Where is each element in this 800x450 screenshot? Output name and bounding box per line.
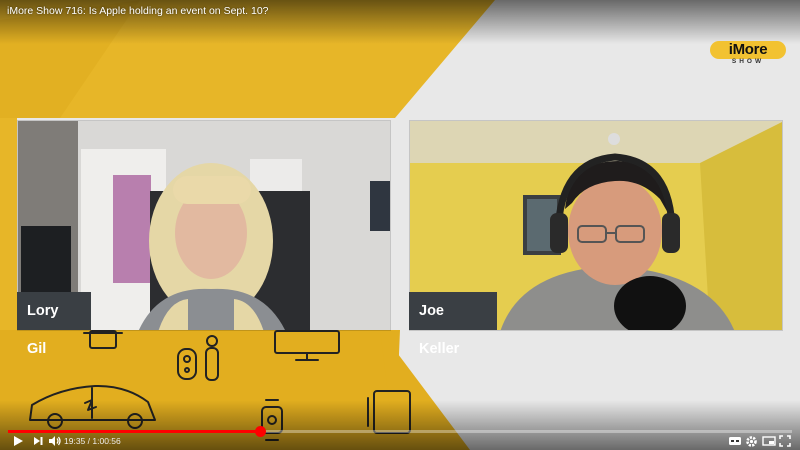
captions-button[interactable] [728, 435, 742, 447]
fullscreen-icon [779, 435, 791, 447]
miniplayer-icon [762, 436, 776, 446]
device-line-icons [29, 330, 411, 441]
current-time: 19:35 [64, 436, 86, 446]
progress-played [8, 430, 260, 433]
next-button[interactable] [32, 435, 46, 447]
settings-button[interactable] [745, 435, 759, 447]
fullscreen-button[interactable] [779, 435, 793, 447]
gear-icon [746, 436, 757, 447]
play-icon [14, 436, 23, 446]
progress-bar[interactable] [8, 426, 792, 437]
captions-icon [729, 437, 741, 445]
duration: 1:00:56 [92, 436, 121, 446]
play-button[interactable] [12, 435, 26, 447]
miniplayer-button[interactable] [762, 435, 776, 447]
volume-icon [49, 436, 61, 446]
volume-button[interactable] [48, 435, 62, 447]
progress-scrubber-handle[interactable] [255, 426, 266, 437]
video-player[interactable]: iMore Show 716: Is Apple holding an even… [0, 0, 800, 450]
next-icon [34, 437, 43, 445]
time-display: 19:35 / 1:00:56 [64, 436, 121, 446]
